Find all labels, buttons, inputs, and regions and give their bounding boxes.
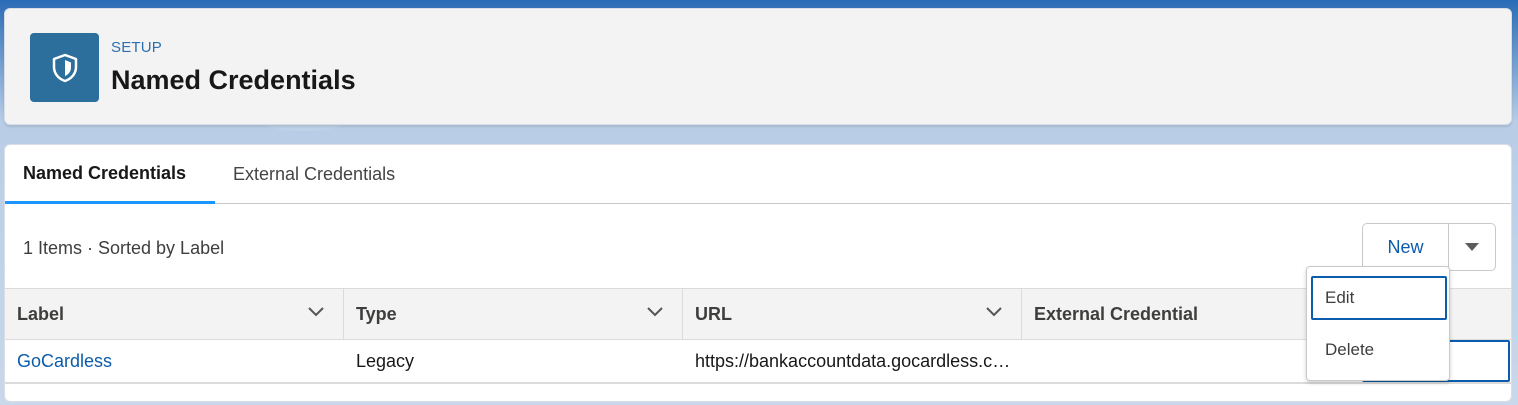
column-header-text: Type — [356, 303, 397, 324]
shield-icon — [30, 33, 99, 102]
record-link[interactable]: GoCardless — [17, 351, 112, 372]
tab-named-credentials[interactable]: Named Credentials — [5, 145, 215, 204]
cell-type: Legacy — [356, 350, 415, 371]
column-header-label[interactable]: Label — [5, 289, 344, 339]
column-header-text: URL — [695, 303, 732, 324]
menu-item-edit[interactable]: Edit — [1311, 276, 1447, 320]
column-header-url[interactable]: URL — [683, 289, 1022, 339]
row-actions-menu: Edit Delete — [1306, 266, 1450, 381]
page-title: Named Credentials — [111, 65, 356, 95]
chevron-down-icon[interactable] — [307, 306, 325, 318]
cell-url: https://bankaccountdata.gocardless.com — [683, 340, 1013, 382]
column-header-text: External Credential — [1034, 303, 1199, 324]
column-header-text: Label — [17, 303, 65, 324]
column-header-type[interactable]: Type — [344, 289, 683, 339]
new-button[interactable]: New — [1362, 223, 1449, 271]
list-summary: 1 Items · Sorted by Label — [23, 238, 225, 258]
page-header: SETUP Named Credentials — [4, 8, 1512, 125]
tab-bar: Named Credentials External Credentials — [5, 145, 1511, 204]
table-row: GoCardless Legacy https://bankaccountdat… — [5, 340, 1511, 384]
tab-external-credentials[interactable]: External Credentials — [215, 145, 413, 204]
list-view-card: Named Credentials External Credentials 1… — [4, 144, 1512, 402]
menu-item-delete[interactable]: Delete — [1311, 328, 1447, 372]
table-header: Label Type URL External Credential — [5, 288, 1511, 340]
url-text: https://bankaccountdata.gocardless.com — [695, 350, 1013, 371]
action-button-group: New — [1362, 223, 1496, 271]
caret-down-icon — [1465, 243, 1479, 251]
more-actions-button[interactable] — [1449, 223, 1496, 271]
chevron-down-icon[interactable] — [985, 306, 1003, 318]
column-header-external-credential[interactable]: External Credential — [1022, 289, 1322, 339]
chevron-down-icon[interactable] — [646, 306, 664, 318]
page-eyebrow: SETUP — [111, 39, 163, 56]
cell-label: GoCardless — [5, 340, 344, 382]
